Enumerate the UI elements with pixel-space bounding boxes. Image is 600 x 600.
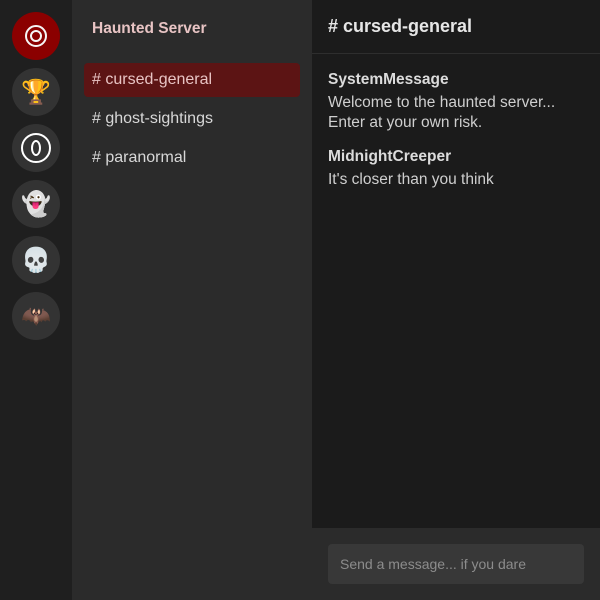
server-button-bat[interactable]: 🦇 [12,292,60,340]
channel-item-cursed-general[interactable]: # cursed-general [84,63,300,97]
zero-icon [21,133,51,163]
trophy-icon: 🏆 [21,78,51,106]
server-rail: 🏆 👻 💀 🦇 [0,0,72,600]
channel-sidebar: Haunted Server # cursed-general # ghost-… [72,0,312,600]
server-button-ghost[interactable]: 👻 [12,180,60,228]
message-author[interactable]: MidnightCreeper [328,147,590,167]
server-button-ring[interactable] [12,12,60,60]
server-name: Haunted Server [92,20,207,37]
message-author[interactable]: SystemMessage [328,70,590,90]
ring-icon [25,25,47,47]
skull-icon: 💀 [21,246,51,274]
server-button-skull[interactable]: 💀 [12,236,60,284]
channel-item-paranormal[interactable]: # paranormal [84,141,300,175]
server-button-trophy[interactable]: 🏆 [12,68,60,116]
message-input[interactable] [328,544,584,584]
server-button-zero[interactable] [12,124,60,172]
channel-item-ghost-sightings[interactable]: # ghost-sightings [84,102,300,136]
message-text: Welcome to the haunted server... Enter a… [328,94,556,131]
message-text: It's closer than you think [328,171,494,188]
ghost-icon: 👻 [21,190,51,218]
app-window: 🏆 👻 💀 🦇 Haunted Server # cursed-general … [0,0,600,600]
message-composer [312,528,600,600]
chat-panel: # cursed-general SystemMessage Welcome t… [312,0,600,600]
message-item: MidnightCreeper It's closer than you thi… [328,147,590,190]
message-item: SystemMessage Welcome to the haunted ser… [328,70,590,133]
channel-header: # cursed-general [312,0,600,54]
bat-icon: 🦇 [21,302,51,330]
